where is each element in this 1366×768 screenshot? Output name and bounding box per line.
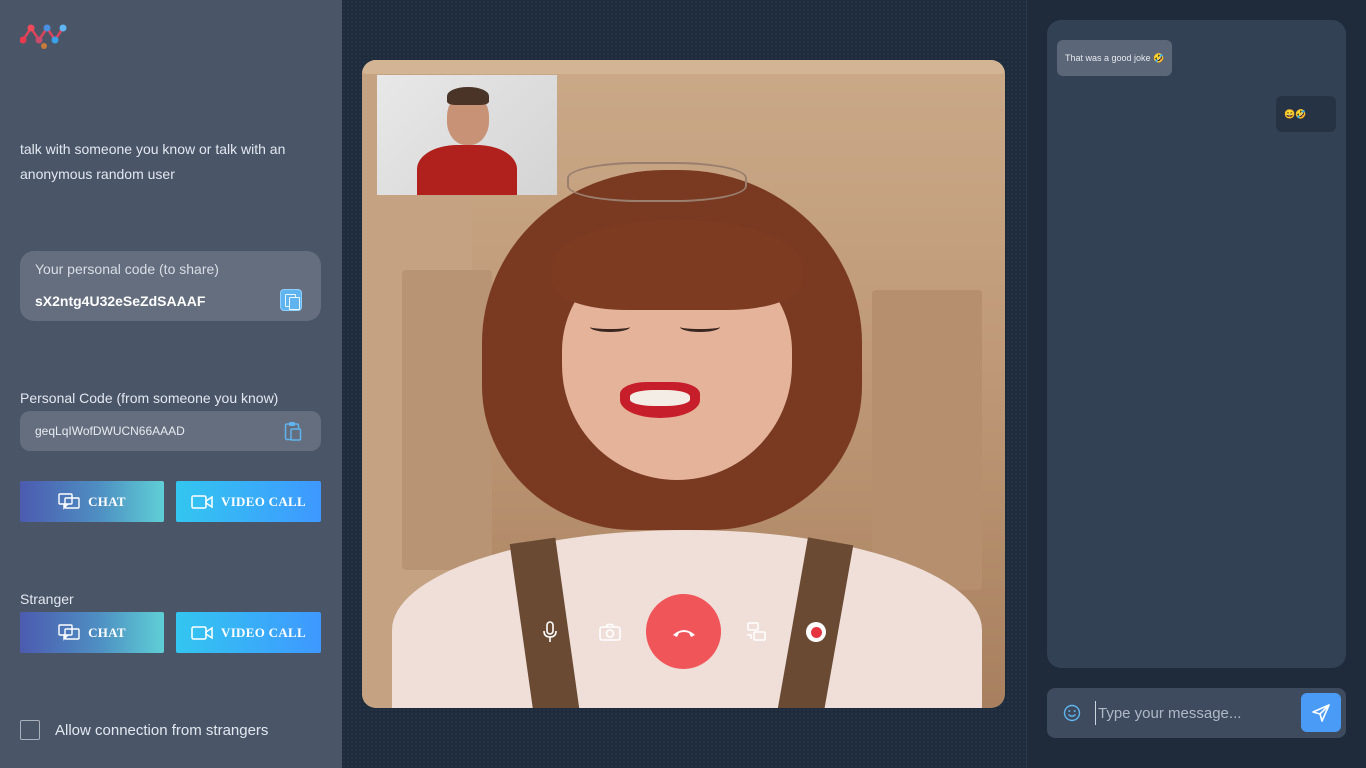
hangup-button[interactable]: [646, 594, 721, 669]
chat-messages: That was a good joke 🤣 😄🤣: [1047, 20, 1346, 668]
stranger-video-call-button[interactable]: VIDEO CALL: [176, 612, 321, 653]
stranger-label: Stranger: [20, 591, 74, 607]
video-call-button-label: VIDEO CALL: [221, 493, 306, 509]
sidebar: talk with someone you know or talk with …: [0, 0, 342, 768]
personal-code-value: sX2ntg4U32eSeZdSAAAF: [35, 293, 206, 309]
local-person-hair: [447, 87, 489, 105]
microphone-button[interactable]: [536, 618, 564, 646]
allow-strangers-label: Allow connection from strangers: [55, 721, 269, 739]
local-video-preview[interactable]: [377, 75, 557, 195]
video-area: [342, 0, 1026, 768]
chat-icon: [58, 492, 80, 510]
personal-code-label: Your personal code (to share): [35, 261, 219, 277]
video-camera-icon: [191, 494, 213, 509]
friend-code-input[interactable]: [20, 411, 321, 451]
allow-strangers-option[interactable]: Allow connection from strangers: [20, 720, 268, 740]
send-icon: [1312, 703, 1330, 722]
background-pillar: [872, 290, 982, 590]
person-bangs: [552, 220, 802, 310]
stranger-chat-button[interactable]: CHAT: [20, 612, 164, 653]
camera-icon: [599, 623, 621, 641]
screen-share-button[interactable]: [742, 618, 770, 646]
video-call-button[interactable]: VIDEO CALL: [176, 481, 321, 522]
copy-code-button[interactable]: [280, 289, 302, 311]
message-composer: [1047, 688, 1346, 738]
video-camera-icon: [191, 625, 213, 640]
person-glasses: [567, 162, 747, 202]
hangup-icon: [672, 629, 695, 637]
friend-code-label: Personal Code (from someone you know): [20, 390, 279, 406]
message-outgoing: 😄🤣: [1276, 96, 1336, 132]
record-button[interactable]: [802, 618, 830, 646]
local-person-body: [417, 145, 517, 195]
person-eye: [680, 322, 720, 332]
personal-code-card: Your personal code (to share) sX2ntg4U32…: [20, 251, 321, 321]
app-logo-icon: [20, 24, 67, 49]
camera-button[interactable]: [596, 618, 624, 646]
message-incoming: That was a good joke 🤣: [1057, 40, 1173, 76]
emoji-icon[interactable]: [1063, 704, 1081, 722]
chat-button[interactable]: CHAT: [20, 481, 164, 522]
stranger-chat-label: CHAT: [88, 624, 126, 640]
record-icon: [806, 622, 826, 642]
tagline: talk with someone you know or talk with …: [20, 141, 286, 182]
background-pillar: [402, 270, 492, 570]
allow-strangers-checkbox[interactable]: [20, 720, 40, 740]
chat-panel: That was a good joke 🤣 😄🤣: [1026, 0, 1366, 768]
microphone-icon: [543, 621, 557, 642]
message-input[interactable]: [1095, 701, 1295, 725]
person-teeth: [630, 390, 690, 406]
chat-button-label: CHAT: [88, 493, 126, 509]
chat-icon: [58, 623, 80, 641]
background-ledge: [362, 60, 1005, 74]
send-button[interactable]: [1301, 693, 1341, 732]
call-controls: [362, 594, 1005, 670]
remote-video: [362, 60, 1005, 708]
screen-share-icon: [747, 622, 766, 641]
paste-icon[interactable]: [284, 421, 302, 441]
person-eye: [590, 322, 630, 332]
stranger-video-call-label: VIDEO CALL: [221, 624, 306, 640]
